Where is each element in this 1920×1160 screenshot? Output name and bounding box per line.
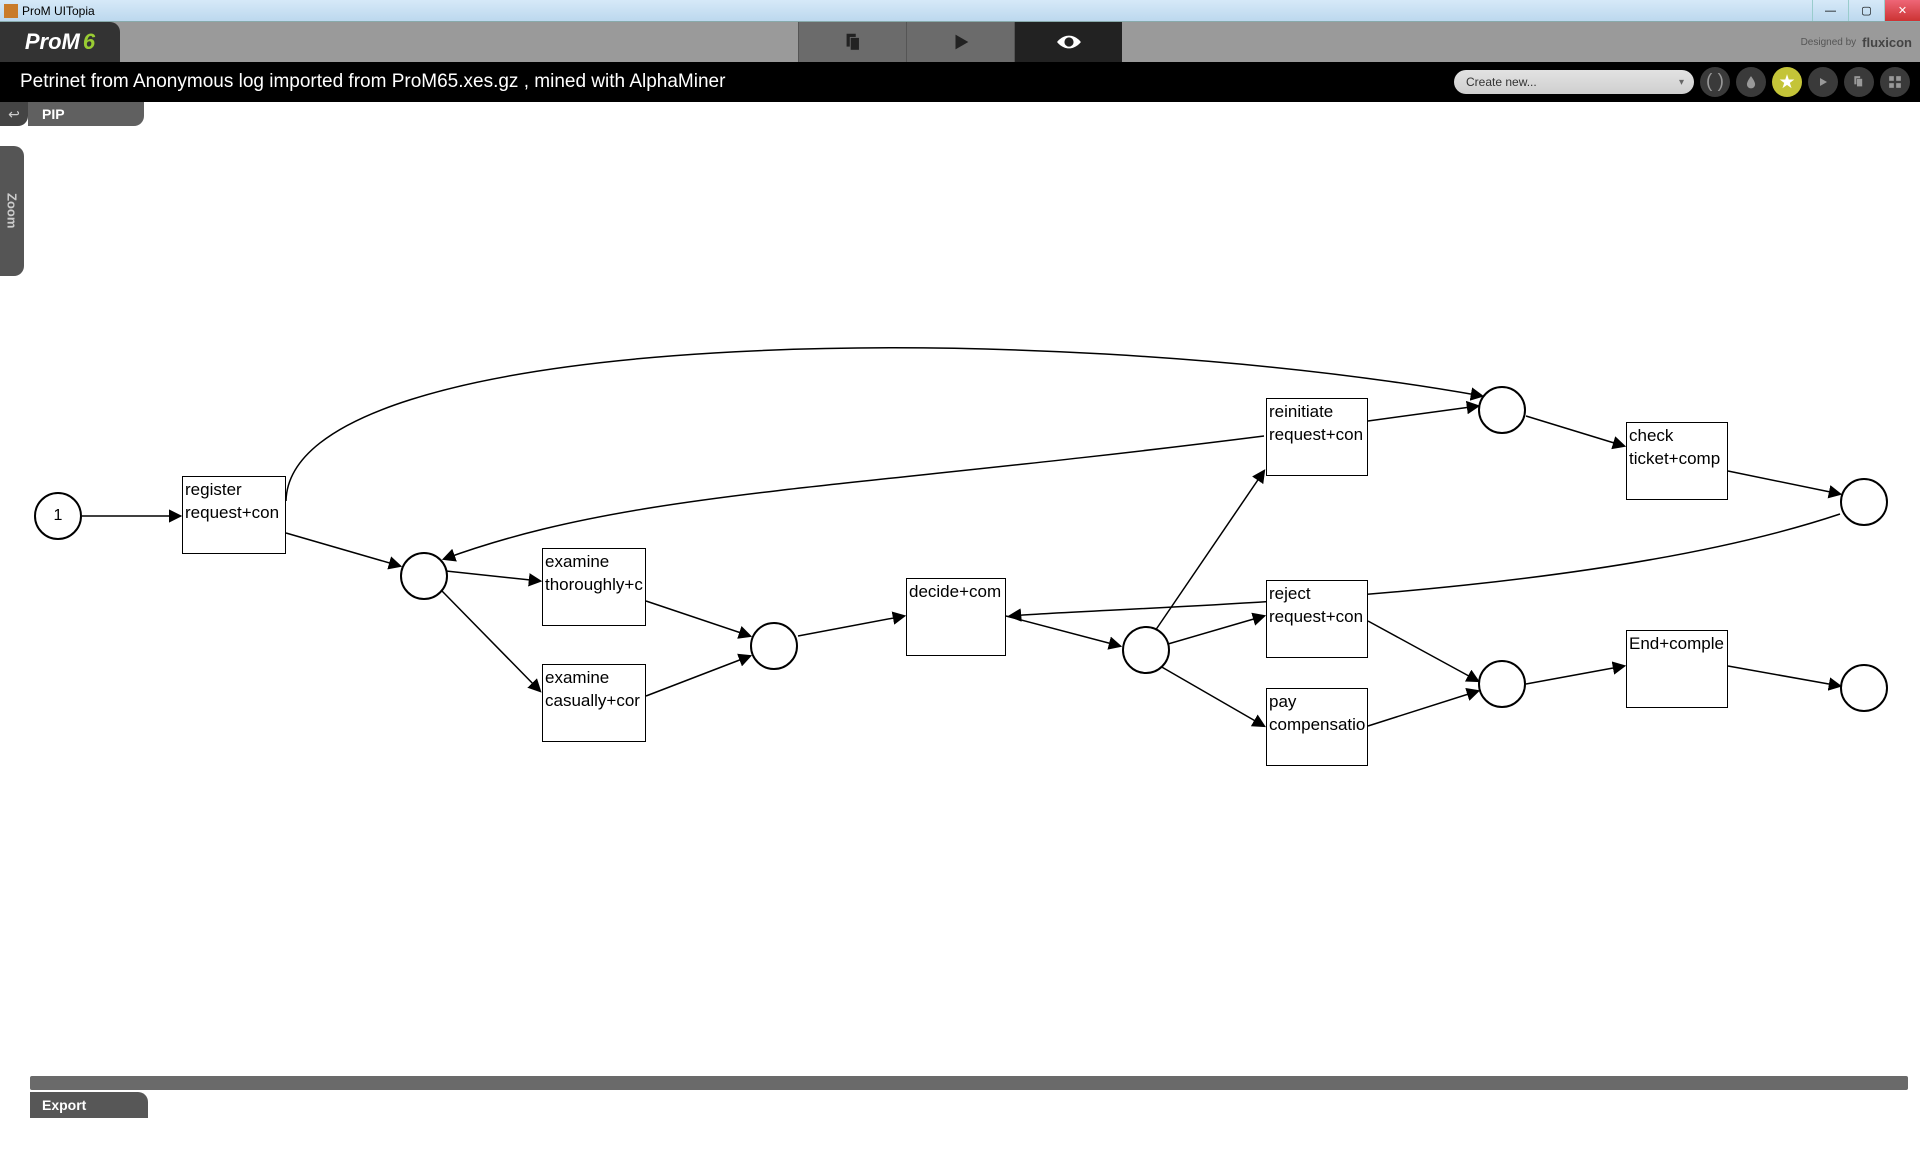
pip-tab[interactable]: PIP (28, 102, 144, 126)
app-logo: ProM 6 (0, 22, 120, 62)
credits-brand: fluxicon (1862, 35, 1912, 50)
t-label: decide+com (909, 582, 1001, 601)
t-label: End+comple (1629, 634, 1724, 653)
window-controls: — ▢ ✕ (1812, 0, 1920, 21)
app-icon (4, 4, 18, 18)
t-label: check ticket+comp (1629, 426, 1720, 468)
t-label: reject request+con (1269, 584, 1363, 626)
drop-button[interactable] (1736, 67, 1766, 97)
transition-examine-casually[interactable]: examine casually+cor (542, 664, 646, 742)
create-new-dropdown[interactable]: Create new... (1454, 70, 1694, 94)
place-p5[interactable] (1478, 386, 1526, 434)
transition-pay-compensation[interactable]: pay compensatio (1266, 688, 1368, 766)
action-tab[interactable] (906, 22, 1014, 62)
petrinet-canvas[interactable]: 1 register request+con examine thoroughl… (30, 126, 1910, 1136)
subheader-actions: Create new... ( ) ★ (1454, 62, 1910, 102)
maximize-button[interactable]: ▢ (1848, 0, 1884, 21)
transition-examine-thoroughly[interactable]: examine thoroughly+c (542, 548, 646, 626)
transition-reject[interactable]: reject request+con (1266, 580, 1368, 658)
t-label: reinitiate request+con (1269, 402, 1363, 444)
transition-register[interactable]: register request+con (182, 476, 286, 554)
parentheses-button[interactable]: ( ) (1700, 67, 1730, 97)
workspace-tab[interactable] (798, 22, 906, 62)
place-p2[interactable] (750, 622, 798, 670)
main-toolbar: ProM 6 Designed by fluxicon (0, 22, 1920, 62)
pip-label: PIP (42, 106, 65, 122)
transition-end[interactable]: End+comple (1626, 630, 1728, 708)
play-icon (950, 31, 972, 53)
place-token: 1 (54, 507, 63, 525)
minimize-button[interactable]: — (1812, 0, 1848, 21)
zoom-handle[interactable]: Zoom (0, 146, 24, 276)
workspace-icon (842, 31, 864, 53)
t-label: examine casually+cor (545, 668, 640, 710)
run-button[interactable] (1808, 67, 1838, 97)
copy-button[interactable] (1844, 67, 1874, 97)
mode-tabs (798, 22, 1122, 62)
favorite-button[interactable]: ★ (1772, 67, 1802, 97)
t-label: examine thoroughly+c (545, 552, 643, 594)
view-tab[interactable] (1014, 22, 1122, 62)
subheader: Petrinet from Anonymous log imported fro… (0, 62, 1920, 102)
window-titlebar: ProM UITopia — ▢ ✕ (0, 0, 1920, 22)
close-button[interactable]: ✕ (1884, 0, 1920, 21)
logo-text: ProM (25, 29, 80, 55)
back-button[interactable]: ↩ (0, 102, 28, 126)
drop-icon (1744, 75, 1758, 89)
place-p1[interactable] (400, 552, 448, 600)
export-tab[interactable]: Export (30, 1092, 148, 1118)
transition-check-ticket[interactable]: check ticket+comp (1626, 422, 1728, 500)
export-label: Export (42, 1097, 86, 1113)
place-p3[interactable] (1122, 626, 1170, 674)
copy-icon (1852, 75, 1866, 89)
place-p6[interactable] (1478, 660, 1526, 708)
tab-strip: ↩ PIP (0, 102, 1920, 126)
back-arrow-icon: ↩ (8, 106, 20, 123)
place-p8[interactable] (1840, 664, 1888, 712)
place-source[interactable]: 1 (34, 492, 82, 540)
content-area: Zoom (0, 126, 1920, 1136)
place-p7[interactable] (1840, 478, 1888, 526)
play-small-icon (1817, 76, 1829, 88)
window-title: ProM UITopia (22, 4, 95, 18)
transition-decide[interactable]: decide+com (906, 578, 1006, 656)
grid-button[interactable] (1880, 67, 1910, 97)
eye-icon (1054, 31, 1084, 53)
horizontal-scrollbar[interactable] (30, 1076, 1908, 1090)
t-label: pay compensatio (1269, 692, 1365, 734)
grid-icon (1888, 75, 1902, 89)
zoom-label: Zoom (5, 193, 20, 228)
credits: Designed by fluxicon (1801, 22, 1912, 62)
create-new-label: Create new... (1466, 75, 1537, 89)
transition-reinitiate[interactable]: reinitiate request+con (1266, 398, 1368, 476)
credits-prefix: Designed by (1801, 37, 1857, 48)
page-title: Petrinet from Anonymous log imported fro… (20, 71, 725, 93)
t-label: register request+con (185, 480, 279, 522)
logo-version: 6 (83, 29, 95, 55)
